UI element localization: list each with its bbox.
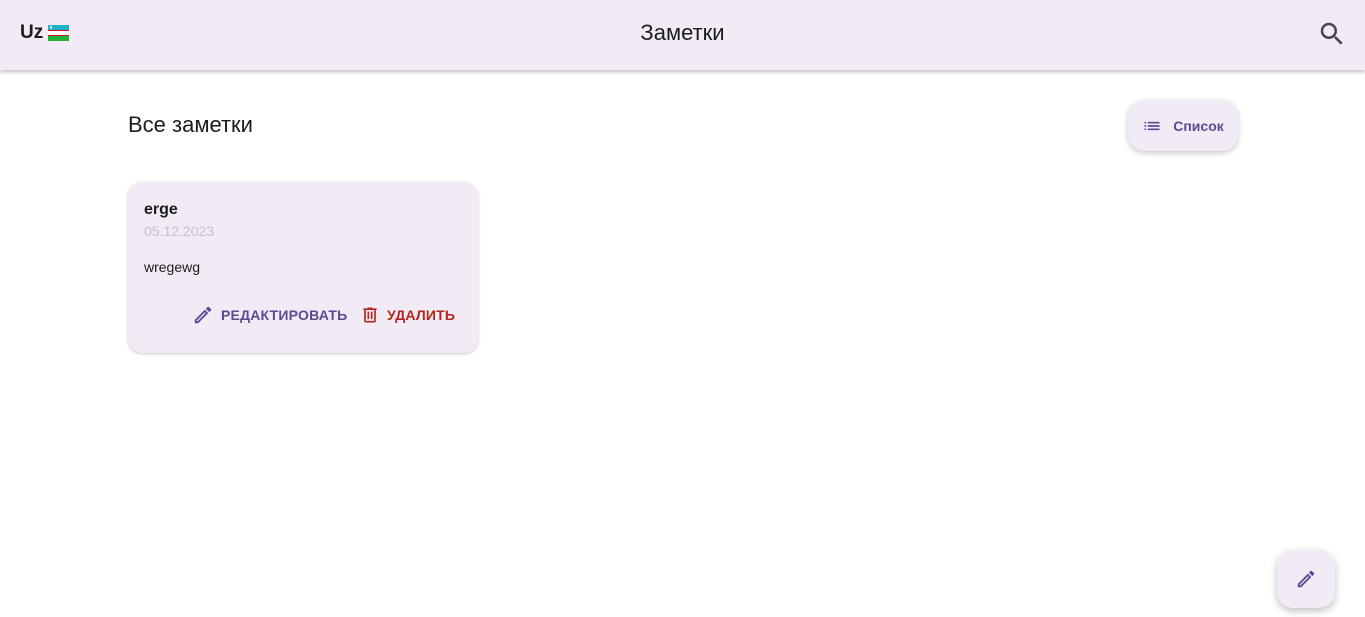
edit-note-label: РЕДАКТИРОВАТЬ (221, 307, 348, 323)
trash-icon (363, 307, 377, 323)
note-body: wregewg (144, 259, 201, 275)
list-icon (1144, 121, 1160, 130)
delete-note-label: УДАЛИТЬ (387, 307, 456, 323)
search-button[interactable] (1314, 16, 1350, 52)
pencil-icon (194, 306, 212, 324)
section-title: Все заметки (128, 112, 253, 137)
note-title: erge (144, 201, 178, 218)
note-date: 05.12.2023 (144, 223, 215, 239)
view-toggle-button[interactable]: Список (1128, 100, 1238, 151)
note-card[interactable]: erge 05.12.2023 wregewg РЕДАКТИРОВАТЬ УД… (128, 182, 478, 353)
new-note-fab[interactable] (1277, 550, 1335, 608)
app-title: Заметки (640, 20, 725, 45)
app-bar: Uz Заметки (0, 0, 1365, 70)
pencil-icon (1297, 570, 1315, 588)
search-icon (1320, 22, 1343, 45)
view-toggle-label: Список (1173, 117, 1224, 134)
edit-note-button[interactable]: РЕДАКТИРОВАТЬ (192, 304, 347, 326)
delete-note-button[interactable]: УДАЛИТЬ (360, 304, 455, 326)
